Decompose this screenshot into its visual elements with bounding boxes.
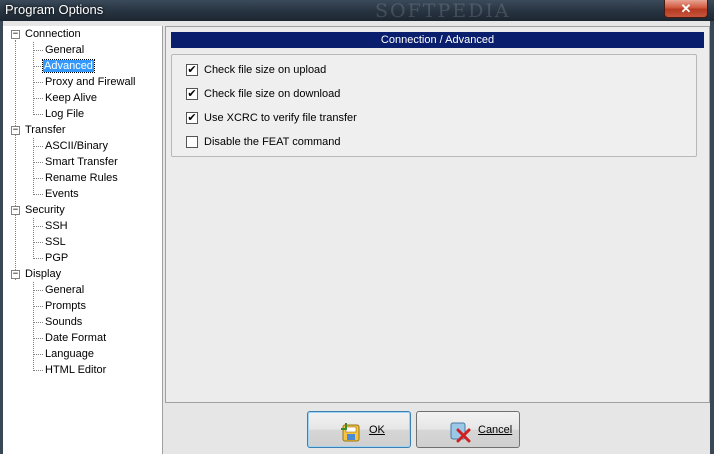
tree-line xyxy=(33,114,43,115)
close-button[interactable]: ✕ xyxy=(664,0,708,18)
tree-item-sounds[interactable]: Sounds xyxy=(45,315,82,330)
window-title: Program Options xyxy=(5,2,104,17)
tree-line xyxy=(33,218,34,259)
tree-line xyxy=(33,42,34,115)
tree-item-ssh[interactable]: SSH xyxy=(45,219,68,234)
ok-icon xyxy=(341,423,360,442)
tree-line xyxy=(33,162,43,163)
section-header: Connection / Advanced xyxy=(171,32,704,48)
ok-button[interactable]: OK xyxy=(307,411,411,448)
tree-line xyxy=(33,354,43,355)
options-groupbox: ✔ Check file size on upload ✔ Check file… xyxy=(171,54,697,157)
tree-line xyxy=(33,242,43,243)
tree-item-language[interactable]: Language xyxy=(45,347,94,362)
options-panel: Connection / Advanced ✔ Check file size … xyxy=(165,26,710,403)
tree-line xyxy=(33,146,43,147)
tree-item-connection-general[interactable]: General xyxy=(45,43,84,58)
tree-line xyxy=(33,226,43,227)
tree-item-html-editor[interactable]: HTML Editor xyxy=(45,363,106,378)
tree-line xyxy=(33,98,43,99)
tree-item-display[interactable]: Display xyxy=(25,267,61,282)
tree-line xyxy=(33,178,43,179)
option-label: Disable the FEAT command xyxy=(204,136,341,148)
watermark: SOFTPEDIA xyxy=(375,0,511,22)
option-label: Check file size on upload xyxy=(204,64,327,76)
tree-line xyxy=(33,66,43,67)
window-frame-right xyxy=(710,21,714,454)
tree-item-events[interactable]: Events xyxy=(45,187,79,202)
options-tree[interactable]: − Connection General Advanced Proxy and … xyxy=(3,26,163,454)
tree-item-rename-rules[interactable]: Rename Rules xyxy=(45,171,118,186)
tree-line xyxy=(33,194,43,195)
tree-line xyxy=(33,290,43,291)
tree-item-label: Advanced xyxy=(42,59,95,73)
checkbox[interactable]: ✔ xyxy=(186,88,198,100)
tree-item-keep-alive[interactable]: Keep Alive xyxy=(45,91,97,106)
tree-item-transfer[interactable]: Transfer xyxy=(25,123,66,138)
close-icon: ✕ xyxy=(680,1,692,16)
tree-line xyxy=(33,306,43,307)
tree-item-date-format[interactable]: Date Format xyxy=(45,331,106,346)
tree-line xyxy=(33,258,43,259)
tree-item-proxy-firewall[interactable]: Proxy and Firewall xyxy=(45,75,135,90)
ok-label: OK xyxy=(369,424,385,436)
cancel-label: Cancel xyxy=(478,424,513,436)
tree-line xyxy=(33,82,43,83)
tree-item-ascii-binary[interactable]: ASCII/Binary xyxy=(45,139,108,154)
collapse-security-icon[interactable]: − xyxy=(11,206,20,215)
option-label: Check file size on download xyxy=(204,88,341,100)
tree-line xyxy=(33,322,43,323)
title-bar: Program Options SOFTPEDIA ✕ xyxy=(0,0,714,22)
tree-item-display-general[interactable]: General xyxy=(45,283,84,298)
checkbox[interactable] xyxy=(186,136,198,148)
option-label: Use XCRC to verify file transfer xyxy=(204,112,357,124)
collapse-connection-icon[interactable]: − xyxy=(11,30,20,39)
checkbox[interactable]: ✔ xyxy=(186,64,198,76)
tree-item-log-file[interactable]: Log File xyxy=(45,107,84,122)
tree-item-advanced[interactable]: Advanced xyxy=(42,59,95,74)
collapse-transfer-icon[interactable]: − xyxy=(11,126,20,135)
tree-item-prompts[interactable]: Prompts xyxy=(45,299,86,314)
checkbox[interactable]: ✔ xyxy=(186,112,198,124)
tree-line xyxy=(33,370,43,371)
tree-line xyxy=(33,50,43,51)
tree-item-ssl[interactable]: SSL xyxy=(45,235,66,250)
tree-item-security[interactable]: Security xyxy=(25,203,65,218)
cancel-icon xyxy=(450,422,471,443)
cancel-button[interactable]: Cancel xyxy=(416,411,520,448)
tree-line xyxy=(33,338,43,339)
tree-line xyxy=(15,40,16,280)
tree-item-smart-transfer[interactable]: Smart Transfer xyxy=(45,155,118,170)
tree-item-connection[interactable]: Connection xyxy=(25,27,81,42)
collapse-display-icon[interactable]: − xyxy=(11,270,20,279)
tree-line xyxy=(33,282,34,371)
tree-item-pgp[interactable]: PGP xyxy=(45,251,68,266)
